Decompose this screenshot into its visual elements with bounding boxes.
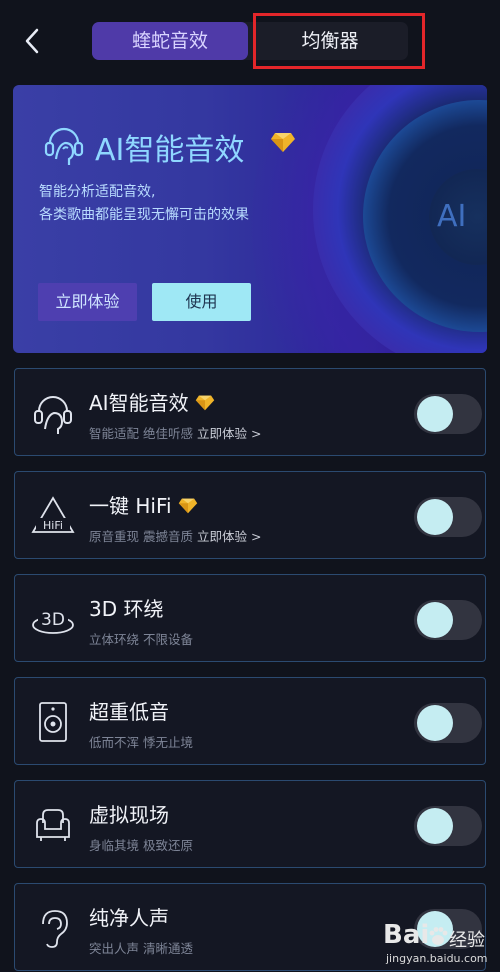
feature-3d-surround: 3D 3D 环绕 立体环绕 不限设备 bbox=[14, 574, 486, 662]
feature-subtitle: 原音重现 震撼音质 立即体验 > bbox=[89, 526, 261, 545]
try-now-link[interactable]: 立即体验 > bbox=[197, 529, 261, 544]
banner-title: AI智能音效 bbox=[95, 133, 245, 168]
banner-description: 智能分析适配音效, 各类歌曲都能呈现无懈可击的效果 bbox=[39, 181, 249, 227]
feature-subtitle: 立体环绕 不限设备 bbox=[89, 632, 193, 647]
toggle-knob bbox=[417, 808, 453, 844]
ai-sound-banner: AI AI智能音效 智能分析适配音效, 各类歌曲都能呈现无懈可击的效果 立即体验… bbox=[13, 85, 487, 353]
red-highlight-annotation bbox=[253, 13, 425, 69]
feature-subtitle-text: 原音重现 震撼音质 bbox=[89, 529, 193, 544]
feature-subtitle: 突出人声 清晰通透 bbox=[89, 941, 193, 956]
toggle-knob bbox=[417, 499, 453, 535]
premium-gem-icon bbox=[271, 133, 295, 152]
feature-title: 一键 HiFi bbox=[89, 490, 198, 519]
toggle-knob bbox=[417, 396, 453, 432]
super-bass-toggle[interactable] bbox=[414, 703, 482, 743]
feature-title: 3D 环绕 bbox=[89, 597, 164, 621]
premium-gem-icon bbox=[178, 498, 197, 514]
ai-head-icon bbox=[44, 127, 84, 165]
feature-super-bass: 超重低音 低而不浑 悸无止境 bbox=[14, 677, 486, 765]
ai-head-icon bbox=[34, 396, 72, 434]
speaker-icon bbox=[39, 702, 67, 742]
feature-title: 超重低音 bbox=[89, 700, 169, 724]
feature-subtitle: 身临其境 极致还原 bbox=[89, 838, 193, 853]
3d-surround-toggle[interactable] bbox=[414, 600, 482, 640]
use-button[interactable]: 使用 bbox=[152, 283, 251, 321]
chevron-left-icon bbox=[25, 28, 39, 54]
baidu-watermark: Bai bbox=[383, 920, 430, 950]
tab-viper-sound[interactable]: 蝰蛇音效 bbox=[92, 22, 248, 60]
svg-text:3D: 3D bbox=[41, 610, 65, 630]
feature-subtitle: 智能适配 绝佳听感 立即体验 > bbox=[89, 423, 261, 442]
top-bar: 蝰蛇音效 均衡器 bbox=[0, 0, 500, 84]
feature-title-text: 一键 HiFi bbox=[89, 494, 172, 518]
hifi-icon: HiFi bbox=[31, 496, 75, 533]
watermark-text: 经验 bbox=[449, 930, 485, 951]
ai-sound-toggle[interactable] bbox=[414, 394, 482, 434]
3d-surround-icon: 3D bbox=[32, 609, 74, 634]
feature-title: 虚拟现场 bbox=[89, 803, 169, 827]
feature-hifi: HiFi 一键 HiFi 原音重现 震撼音质 立即体验 > bbox=[14, 471, 486, 559]
try-now-link[interactable]: 立即体验 > bbox=[197, 426, 261, 441]
toggle-knob bbox=[417, 602, 453, 638]
feature-subtitle-text: 智能适配 绝佳听感 bbox=[89, 426, 193, 441]
ear-icon bbox=[42, 910, 68, 948]
paw-icon bbox=[429, 927, 448, 945]
banner-desc-line1: 智能分析适配音效, bbox=[39, 184, 156, 200]
feature-ai-sound: AI智能音效 智能适配 绝佳听感 立即体验 > bbox=[14, 368, 486, 456]
toggle-knob bbox=[417, 705, 453, 741]
hifi-toggle[interactable] bbox=[414, 497, 482, 537]
watermark-url: jingyan.baidu.com bbox=[386, 952, 488, 965]
feature-subtitle: 低而不浑 悸无止境 bbox=[89, 735, 193, 750]
try-now-button[interactable]: 立即体验 bbox=[38, 283, 137, 321]
svg-text:HiFi: HiFi bbox=[43, 519, 63, 532]
feature-title: AI智能音效 bbox=[89, 387, 215, 416]
banner-desc-line2: 各类歌曲都能呈现无懈可击的效果 bbox=[39, 207, 249, 223]
feature-title-text: AI智能音效 bbox=[89, 391, 189, 415]
feature-virtual-live: 虚拟现场 身临其境 极致还原 bbox=[14, 780, 486, 868]
feature-title: 纯净人声 bbox=[89, 906, 169, 930]
virtual-live-toggle[interactable] bbox=[414, 806, 482, 846]
premium-gem-icon bbox=[195, 395, 214, 411]
sofa-icon bbox=[36, 809, 70, 841]
back-button[interactable] bbox=[18, 26, 48, 56]
